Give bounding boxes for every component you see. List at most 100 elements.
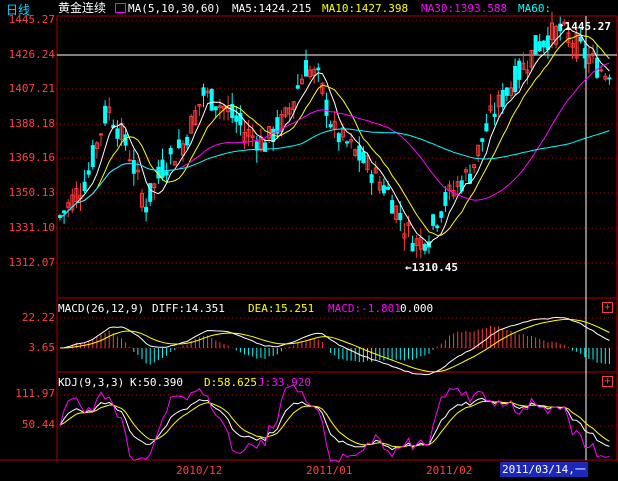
candle-body <box>99 133 103 136</box>
kdj-k: K:50.390 <box>130 376 183 389</box>
candle-body <box>410 242 415 252</box>
candle-body <box>254 141 259 151</box>
price-tick: 1369.16 <box>8 151 55 164</box>
price-tick: 1312.07 <box>8 256 55 269</box>
candle-body <box>328 124 333 128</box>
candle-body <box>599 69 604 72</box>
kdj-j: J:33.920 <box>258 376 311 389</box>
candle-body <box>103 105 108 124</box>
macd-diff: DIFF:14.351 <box>152 302 225 315</box>
candle-body <box>533 35 538 55</box>
candle-body <box>386 186 390 190</box>
candle-body <box>398 213 403 221</box>
macd-panel <box>59 316 610 376</box>
price-tick: 1388.18 <box>8 117 55 130</box>
candle-body <box>90 145 95 168</box>
kdj-panel <box>59 384 610 463</box>
candle-body <box>369 174 374 183</box>
candle-body <box>86 170 91 175</box>
candle-body <box>541 40 546 48</box>
candle-body <box>500 89 505 108</box>
macd-axis-tick: 22.22 <box>21 311 55 324</box>
ma10-value: MA10:1427.398 <box>322 2 409 15</box>
kdj-expand-button[interactable]: + <box>602 376 613 387</box>
candle-body <box>304 60 308 77</box>
candlestick-series <box>58 11 612 259</box>
candle-body <box>435 225 440 229</box>
candle-body <box>422 243 427 251</box>
candle-body <box>357 145 362 161</box>
macd-zero: 0.000 <box>400 302 434 315</box>
kdj-axis-tick: 111.97 <box>15 387 55 400</box>
candle-body <box>213 106 218 111</box>
kdj-d: D:58.625 <box>204 376 257 389</box>
chart-canvas[interactable] <box>0 0 618 481</box>
price-tick: 1426.24 <box>8 48 55 61</box>
candle-body <box>480 138 485 142</box>
candle-body <box>324 99 329 116</box>
candle-body <box>160 159 165 178</box>
macd-axis-tick: 3.65 <box>28 341 56 354</box>
macd-expand-button[interactable]: + <box>602 302 613 313</box>
candle-body <box>131 160 136 174</box>
candle-body <box>431 214 436 226</box>
macd-dea: DEA:15.251 <box>248 302 315 315</box>
candle-body <box>545 35 550 51</box>
candle-body <box>164 171 169 176</box>
candle-body <box>513 65 518 93</box>
price-tick: 1350.13 <box>8 186 55 199</box>
low-price-annotation: ←1310.45 <box>405 261 458 274</box>
candle-body <box>492 113 497 117</box>
kdj-axis-tick: 50.44 <box>21 418 55 431</box>
candle-body <box>582 48 587 59</box>
candle-body <box>517 60 522 80</box>
candle-body <box>504 87 509 96</box>
candle-body <box>316 67 321 71</box>
candle-body <box>148 183 153 202</box>
candle-body <box>381 185 386 194</box>
candle-body <box>484 123 489 132</box>
ma60-value: MA60: <box>518 2 552 15</box>
ma30-value: MA30:1393.588 <box>421 2 508 15</box>
candle-body <box>295 85 300 89</box>
candle-body <box>82 181 87 192</box>
candle-body <box>443 191 448 206</box>
period-tab-daily[interactable]: 日线 <box>2 2 34 18</box>
date-tick: 2011/02 <box>426 464 473 477</box>
kdj-title: KDJ(9,3,3) <box>58 376 125 389</box>
candle-body <box>127 159 132 162</box>
candle-body <box>185 136 190 146</box>
candle-body <box>201 87 206 96</box>
candle-body <box>537 41 542 51</box>
candle-body <box>336 133 341 143</box>
date-tick: 2010/12 <box>176 464 223 477</box>
candle-body <box>607 77 612 80</box>
ma-toggle-icon[interactable] <box>115 3 126 13</box>
price-tick: 1331.10 <box>8 221 55 234</box>
macd-value: MACD:-1.801 <box>328 302 401 315</box>
candle-body <box>390 200 395 214</box>
candle-body <box>263 142 267 152</box>
candle-body <box>209 88 214 111</box>
kdj-d-line <box>59 400 610 448</box>
candle-body <box>62 210 67 214</box>
kdj-j-line <box>59 384 610 463</box>
candle-body <box>439 211 444 218</box>
cursor-date-label: 2011/03/14,一 <box>500 462 588 477</box>
candle-body <box>176 139 181 148</box>
candle-body <box>168 147 173 155</box>
price-tick: 1407.21 <box>8 82 55 95</box>
candle-body <box>234 115 239 122</box>
candle-body <box>144 206 149 213</box>
candle-body <box>595 57 600 78</box>
date-tick: 2011/01 <box>306 464 353 477</box>
ma-indicator-name: MA(5,10,30,60) <box>128 2 221 15</box>
candle-body <box>115 128 120 139</box>
high-price-annotation: ↑1445.27 <box>558 20 611 33</box>
macd-title: MACD(26,12,9) <box>58 302 145 315</box>
symbol-title: 黄金连续 <box>58 1 107 15</box>
candle-body <box>345 141 349 144</box>
ma5-value: MA5:1424.215 <box>232 2 312 15</box>
candle-body <box>578 36 583 42</box>
candle-body <box>361 151 366 164</box>
